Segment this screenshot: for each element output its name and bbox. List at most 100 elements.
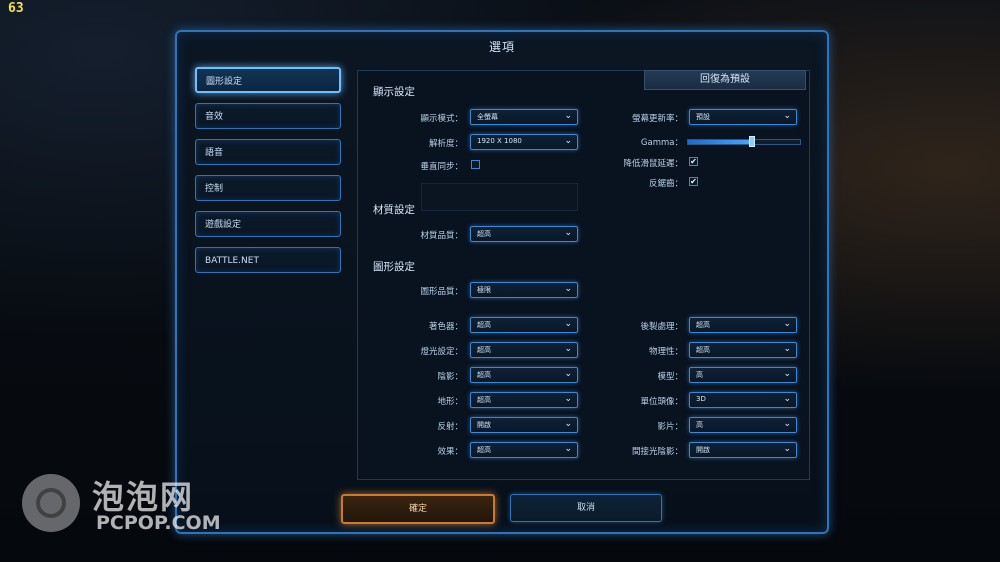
dropdown-value: 極限 [477,286,491,294]
chevron-down-icon: ⌄ [783,394,791,404]
gamma-slider[interactable] [687,136,801,147]
dropdown-value: 高 [696,371,703,379]
display-mode-label: 顯示模式： [420,114,463,124]
reflections-dropdown[interactable]: 開啟 ⌄ [470,417,578,433]
watermark-logo-icon [22,474,80,532]
chevron-down-icon: ⌄ [564,228,572,238]
lighting-label: 燈光設定： [420,347,463,357]
post-processing-label: 後製處理： [640,322,683,332]
dropdown-value: 3D [696,395,706,403]
reset-defaults-button[interactable]: 回復為預設 [644,70,806,90]
dropdown-value: 開啟 [477,421,491,429]
chevron-down-icon: ⌄ [783,319,791,329]
nav-label: 語音 [205,148,224,158]
ok-button[interactable]: 確定 [341,494,495,524]
shaders-label: 著色器： [428,322,463,332]
movies-dropdown[interactable]: 高 ⌄ [689,417,797,433]
terrain-dropdown[interactable]: 超高 ⌄ [470,392,578,408]
anti-aliasing-checkbox[interactable]: ✔ [689,177,698,186]
nav-label: 圖形設定 [206,77,243,87]
chevron-down-icon: ⌄ [783,444,791,454]
display-settings-heading: 顯示設定 [373,86,415,98]
mouse-lag-checkbox[interactable]: ✔ [689,157,698,166]
dropdown-value: 全螢幕 [477,113,498,121]
nav-voice[interactable]: 語音 [195,139,341,165]
graphics-quality-label: 圖形品質： [420,287,463,297]
gamma-slider-handle[interactable] [748,136,755,147]
gamma-label: Gamma： [640,138,683,148]
display-mode-dropdown[interactable]: 全螢幕 ⌄ [470,109,578,125]
chevron-down-icon: ⌄ [564,394,572,404]
physics-label: 物理性： [648,347,683,357]
chevron-down-icon: ⌄ [564,369,572,379]
dropdown-value: 超高 [477,230,491,238]
dropdown-value: 開啟 [696,446,710,454]
terrain-label: 地形： [437,397,463,407]
post-processing-dropdown[interactable]: 超高 ⌄ [689,317,797,333]
texture-quality-dropdown[interactable]: 超高 ⌄ [470,226,578,242]
dropdown-value: 超高 [477,396,491,404]
models-label: 模型： [657,372,683,382]
nav-label: BATTLE.NET [205,256,259,266]
physics-dropdown[interactable]: 超高 ⌄ [689,342,797,358]
nav-label: 控制 [205,184,224,194]
watermark-text-en: PCPOP.COM [96,512,221,534]
effects-dropdown[interactable]: 超高 ⌄ [470,442,578,458]
nav-controls[interactable]: 控制 [195,175,341,201]
nav-graphics-settings[interactable]: 圖形設定 [195,67,341,93]
power-icon [36,488,66,518]
nav-game-settings[interactable]: 遊戲設定 [195,211,341,237]
chevron-down-icon: ⌄ [783,344,791,354]
dropdown-value: 超高 [696,346,710,354]
models-dropdown[interactable]: 高 ⌄ [689,367,797,383]
chevron-down-icon: ⌄ [564,419,572,429]
dropdown-value: 超高 [477,321,491,329]
chevron-down-icon: ⌄ [564,111,572,121]
chevron-down-icon: ⌄ [783,369,791,379]
fps-counter: 63 [8,1,24,16]
shadows-label: 陰影： [437,372,463,382]
chevron-down-icon: ⌄ [564,284,572,294]
nav-sound[interactable]: 音效 [195,103,341,129]
mouse-lag-label: 降低滑鼠延遲： [623,159,683,169]
movies-label: 影片： [657,422,683,432]
unit-portraits-dropdown[interactable]: 3D ⌄ [689,392,797,408]
texture-settings-heading: 材質設定 [373,204,415,216]
chevron-down-icon: ⌄ [564,444,572,454]
options-dialog: 選項 圖形設定 音效 語音 控制 遊戲設定 BATTLE.NET 回復為預設 顯… [175,30,829,534]
shaders-dropdown[interactable]: 超高 ⌄ [470,317,578,333]
nav-label: 遊戲設定 [205,220,242,230]
check-icon: ✔ [690,177,697,186]
indirect-shadows-label: 間接光陰影： [631,447,683,457]
graphics-settings-heading: 圖形設定 [373,261,415,273]
refresh-rate-label: 螢幕更新率： [631,114,683,124]
effects-label: 效果： [437,447,463,457]
chevron-down-icon: ⌄ [564,136,572,146]
dropdown-value: 超高 [477,346,491,354]
dropdown-value: 超高 [477,446,491,454]
gamma-slider-fill [688,140,752,144]
nav-label: 音效 [205,112,224,122]
resolution-label: 解析度： [428,139,463,149]
dropdown-value: 超高 [696,321,710,329]
cancel-button[interactable]: 取消 [510,494,662,522]
check-icon: ✔ [690,157,697,166]
chevron-down-icon: ⌄ [783,111,791,121]
texture-quality-label: 材質品質： [420,231,463,241]
vsync-label: 垂直同步： [420,162,463,172]
vsync-checkbox[interactable] [471,160,480,169]
refresh-rate-dropdown[interactable]: 預設 ⌄ [689,109,797,125]
dropdown-value: 預設 [696,113,710,121]
indirect-shadows-dropdown[interactable]: 開啟 ⌄ [689,442,797,458]
nav-battle-net[interactable]: BATTLE.NET [195,247,341,273]
graphics-quality-dropdown[interactable]: 極限 ⌄ [470,282,578,298]
dropdown-value: 超高 [477,371,491,379]
chevron-down-icon: ⌄ [564,319,572,329]
resolution-dropdown[interactable]: 1920 X 1080 ⌄ [470,134,578,150]
shadows-dropdown[interactable]: 超高 ⌄ [470,367,578,383]
dropdown-value: 高 [696,421,703,429]
dropdown-value: 1920 X 1080 [477,137,522,145]
empty-field [421,183,578,211]
chevron-down-icon: ⌄ [783,419,791,429]
lighting-dropdown[interactable]: 超高 ⌄ [470,342,578,358]
